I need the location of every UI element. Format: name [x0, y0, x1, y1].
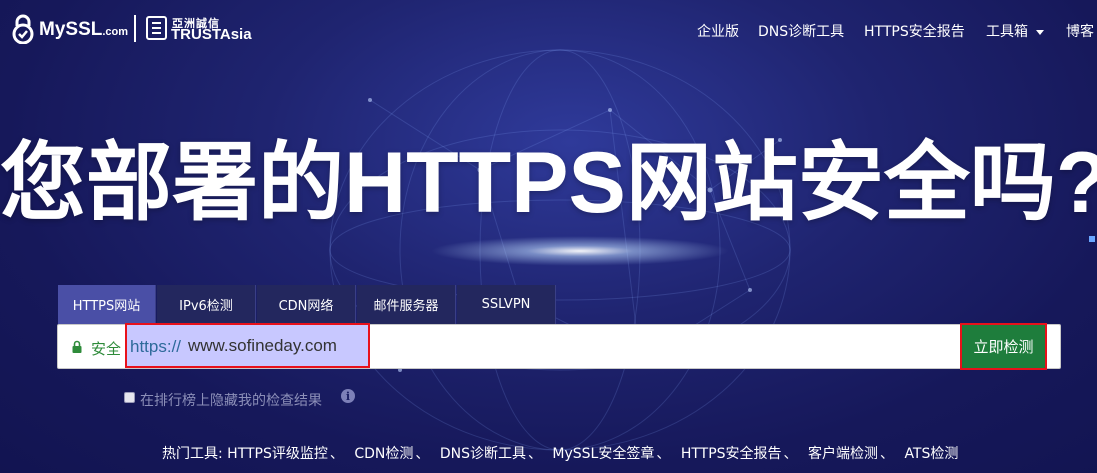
top-navigation-bar: MySSL.com 亞洲誠信 TRUSTAsia 企业版 DNS诊断工具 HTT…: [0, 0, 1097, 60]
secure-label: 安全: [91, 340, 122, 358]
hot-tool-link[interactable]: MySSL安全签章: [552, 446, 654, 462]
tab-mail-server[interactable]: 邮件服务器: [357, 285, 456, 324]
separator: 、: [879, 446, 894, 462]
myssl-logo-text[interactable]: MySSL.com: [39, 19, 128, 41]
url-prefix: https://: [130, 337, 182, 356]
edge-marker: [1089, 236, 1095, 242]
info-icon[interactable]: i: [341, 389, 355, 403]
caret-down-icon: [1036, 29, 1044, 35]
logo-name: MySSL: [39, 19, 103, 40]
hot-tool-link[interactable]: ATS检测: [904, 446, 958, 462]
nav-enterprise[interactable]: 企业版: [697, 21, 739, 41]
tab-ipv6[interactable]: IPv6检测: [157, 285, 256, 324]
logo-suffix: .com: [102, 26, 129, 38]
separator: 、: [656, 446, 671, 462]
light-glow: [430, 236, 730, 266]
tab-cdn[interactable]: CDN网络: [257, 285, 356, 324]
check-now-button[interactable]: 立即检测: [960, 323, 1047, 370]
hot-tool-link[interactable]: 客户端检测: [808, 446, 878, 462]
separator: 、: [783, 446, 798, 462]
hot-tools-bar: 热门工具: HTTPS评级监控、 CDN检测、 DNS诊断工具、 MySSL安全…: [162, 443, 958, 463]
url-input[interactable]: [188, 333, 366, 359]
hot-tool-link[interactable]: CDN检测: [354, 446, 413, 462]
nav-https-report[interactable]: HTTPS安全报告: [864, 21, 965, 41]
hide-result-checkbox[interactable]: [124, 392, 135, 403]
globe-network-graphic: [329, 49, 791, 451]
tab-https-site[interactable]: HTTPS网站: [58, 285, 156, 324]
nav-toolbox[interactable]: 工具箱: [986, 21, 1044, 41]
logo-divider: [134, 15, 136, 42]
separator: 、: [329, 446, 344, 462]
nav-blog[interactable]: 博客: [1066, 21, 1094, 41]
separator: 、: [527, 446, 542, 462]
hot-tool-link[interactable]: HTTPS安全报告: [681, 446, 782, 462]
hot-tools-label: 热门工具:: [162, 446, 223, 462]
trustasia-logo-icon: [146, 16, 167, 40]
nav-toolbox-label: 工具箱: [986, 24, 1028, 40]
hot-tool-link[interactable]: DNS诊断工具: [440, 446, 526, 462]
hero-headline: 您部署的HTTPS网站安全吗?: [0, 135, 1097, 231]
myssl-lock-logo-icon[interactable]: [10, 14, 36, 44]
tab-sslvpn[interactable]: SSLVPN: [457, 285, 556, 324]
hide-result-label: 在排行榜上隐藏我的检查结果: [140, 393, 322, 409]
trustasia-en-name: TRUSTAsia: [171, 26, 252, 43]
separator: 、: [415, 446, 430, 462]
hot-tool-link[interactable]: HTTPS评级监控: [227, 446, 328, 462]
nav-dns-tool[interactable]: DNS诊断工具: [758, 21, 844, 41]
lock-icon: [72, 340, 82, 353]
